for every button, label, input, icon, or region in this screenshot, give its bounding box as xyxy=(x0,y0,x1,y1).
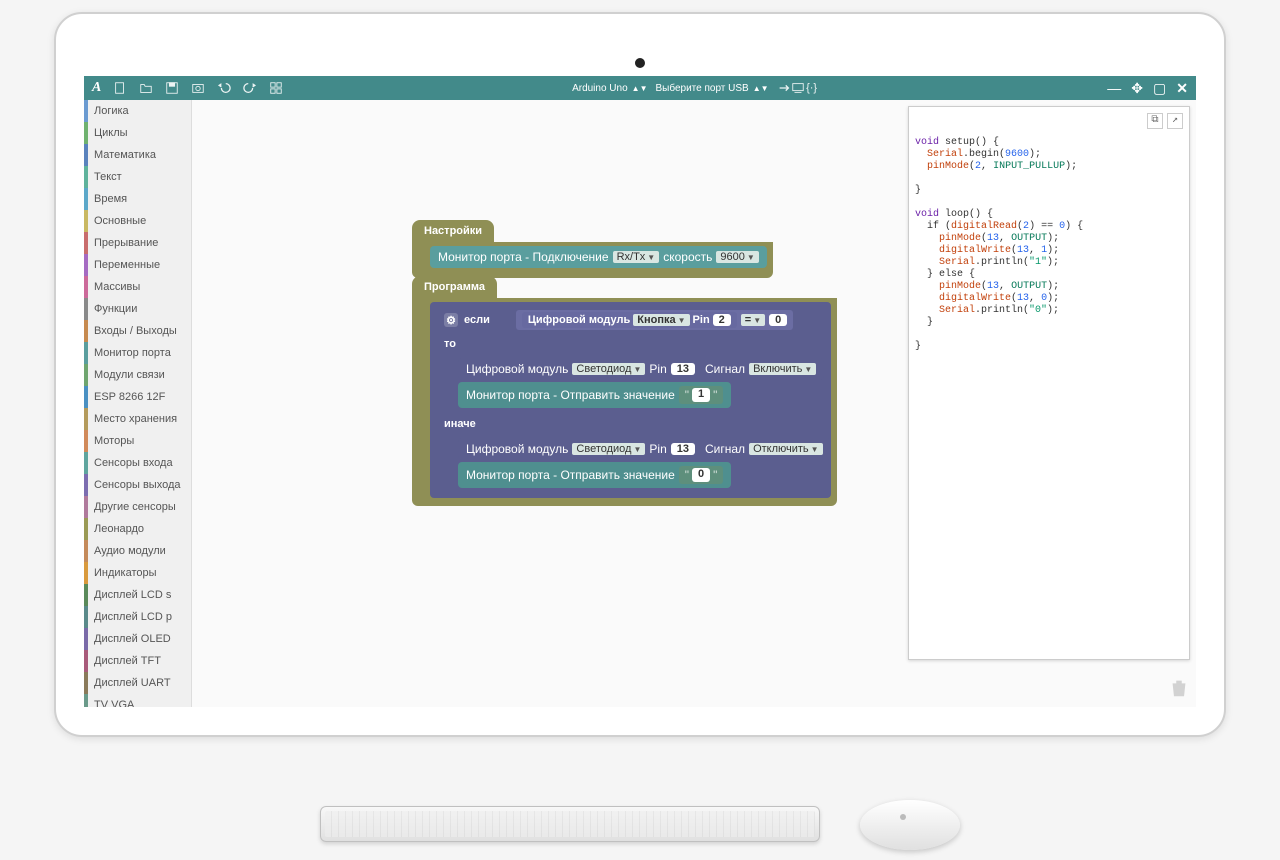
category-item[interactable]: Сенсоры входа xyxy=(84,452,191,474)
baud-dropdown[interactable]: 9600▼ xyxy=(716,251,758,263)
led-on-block[interactable]: Цифровой модуль Светодиод▼ Pin 13 Сигнал… xyxy=(458,358,824,380)
then-label: то xyxy=(434,334,831,354)
category-item[interactable]: Текст xyxy=(84,166,191,188)
if-else-block[interactable]: ⚙ если Цифровой модуль Кнопка▼ Pin 2 xyxy=(430,302,831,498)
copy-code-icon[interactable]: ⧉ xyxy=(1147,113,1163,129)
upload-icon[interactable] xyxy=(777,81,791,95)
led-pin-field-2[interactable]: 13 xyxy=(671,443,695,455)
webcam-dot xyxy=(635,58,645,68)
category-item[interactable]: Дисплей LCD p xyxy=(84,606,191,628)
category-item[interactable]: TV VGA xyxy=(84,694,191,707)
category-item[interactable]: Время xyxy=(84,188,191,210)
category-item[interactable]: Основные xyxy=(84,210,191,232)
category-item[interactable]: ESP 8266 12F xyxy=(84,386,191,408)
app-screen: A Arduino Uno▲▼ Выберите порт USB▲▼ {·} … xyxy=(84,76,1196,707)
category-item[interactable]: Дисплей UART xyxy=(84,672,191,694)
led-off-block[interactable]: Цифровой модуль Светодиод▼ Pin 13 Сигнал… xyxy=(458,438,831,460)
category-item[interactable]: Функции xyxy=(84,298,191,320)
category-item[interactable]: Дисплей LCD s xyxy=(84,584,191,606)
grid-icon[interactable] xyxy=(269,81,283,95)
top-toolbar: A Arduino Uno▲▼ Выберите порт USB▲▼ {·} … xyxy=(84,76,1196,100)
else-label: иначе xyxy=(434,414,831,434)
maximize-icon[interactable]: ▢ xyxy=(1153,81,1166,95)
category-item[interactable]: Прерывание xyxy=(84,232,191,254)
category-item[interactable]: Монитор порта xyxy=(84,342,191,364)
send-value-0[interactable]: 0 xyxy=(692,468,710,482)
category-item[interactable]: Массивы xyxy=(84,276,191,298)
category-item[interactable]: Индикаторы xyxy=(84,562,191,584)
category-item[interactable]: Место хранения xyxy=(84,408,191,430)
serial-send-1-block[interactable]: Монитор порта - Отправить значение " 1 " xyxy=(458,382,731,408)
expand-code-icon[interactable]: ↗ xyxy=(1167,113,1183,129)
braces-icon[interactable]: {·} xyxy=(805,81,819,95)
category-item[interactable]: Сенсоры выхода xyxy=(84,474,191,496)
led-pin-field-1[interactable]: 13 xyxy=(671,363,695,375)
keyboard-graphic xyxy=(320,806,820,842)
mouse-graphic xyxy=(860,800,960,850)
rxtx-dropdown[interactable]: Rx/Tx▼ xyxy=(613,251,660,263)
save-icon[interactable] xyxy=(165,81,179,95)
monitor-frame: A Arduino Uno▲▼ Выберите порт USB▲▼ {·} … xyxy=(54,12,1226,737)
program-hat[interactable]: Программа xyxy=(412,276,497,298)
block-stack: Настройки Монитор порта - Подключение Rx… xyxy=(412,220,837,506)
serial-send-0-block[interactable]: Монитор порта - Отправить значение " 0 " xyxy=(458,462,731,488)
category-item[interactable]: Другие сенсоры xyxy=(84,496,191,518)
compare-value-field[interactable]: 0 xyxy=(769,314,787,326)
serial-monitor-icon[interactable] xyxy=(791,81,805,95)
open-icon[interactable] xyxy=(139,81,153,95)
settings-hat[interactable]: Настройки xyxy=(412,220,494,242)
redo-icon[interactable] xyxy=(243,81,257,95)
category-item[interactable]: Леонардо xyxy=(84,518,191,540)
category-item[interactable]: Входы / Выходы xyxy=(84,320,191,342)
trash-icon[interactable] xyxy=(1168,675,1190,701)
undo-icon[interactable] xyxy=(217,81,231,95)
port-selector[interactable]: Выберите порт USB▲▼ xyxy=(656,83,769,94)
category-item[interactable]: Математика xyxy=(84,144,191,166)
minimize-icon[interactable]: — xyxy=(1107,81,1121,95)
category-item[interactable]: Дисплей OLED xyxy=(84,628,191,650)
move-icon[interactable]: ✥ xyxy=(1131,81,1143,95)
button-pin-field[interactable]: 2 xyxy=(713,314,731,326)
new-file-icon[interactable] xyxy=(113,81,127,95)
category-item[interactable]: Модули связи xyxy=(84,364,191,386)
category-item[interactable]: Логика xyxy=(84,100,191,122)
serial-connect-block[interactable]: Монитор порта - Подключение Rx/Tx▼ скоро… xyxy=(430,246,767,268)
button-dropdown[interactable]: Кнопка▼ xyxy=(633,314,689,326)
category-item[interactable]: Циклы xyxy=(84,122,191,144)
category-item[interactable]: Дисплей TFT xyxy=(84,650,191,672)
speed-label: скорость xyxy=(663,250,712,264)
signal-on-dropdown[interactable]: Включить▼ xyxy=(749,363,816,375)
led-dropdown-1[interactable]: Светодиод▼ xyxy=(572,363,645,375)
send-value-1[interactable]: 1 xyxy=(692,388,710,402)
close-icon[interactable]: ✕ xyxy=(1176,81,1188,95)
led-dropdown-2[interactable]: Светодиод▼ xyxy=(572,443,645,455)
signal-off-dropdown[interactable]: Отключить▼ xyxy=(749,443,823,455)
category-item[interactable]: Переменные xyxy=(84,254,191,276)
screenshot-icon[interactable] xyxy=(191,81,205,95)
serial-connect-label: Монитор порта - Подключение xyxy=(438,250,609,264)
blockly-workspace[interactable]: Настройки Монитор порта - Подключение Rx… xyxy=(192,100,1196,707)
category-item[interactable]: Моторы xyxy=(84,430,191,452)
gear-icon[interactable]: ⚙ xyxy=(444,313,458,327)
board-selector[interactable]: Arduino Uno▲▼ xyxy=(572,83,647,94)
app-logo: A xyxy=(92,80,101,96)
category-item[interactable]: Аудио модули xyxy=(84,540,191,562)
digital-read-block[interactable]: Цифровой модуль Кнопка▼ Pin 2 xyxy=(522,312,737,328)
equals-dropdown[interactable]: =▼ xyxy=(741,314,765,326)
category-sidebar: ЛогикаЦиклыМатематикаТекстВремяОсновныеП… xyxy=(84,100,192,707)
code-preview-panel: ⧉ ↗ void setup() { Serial.begin(9600); p… xyxy=(908,106,1190,660)
if-label: если xyxy=(464,314,490,326)
